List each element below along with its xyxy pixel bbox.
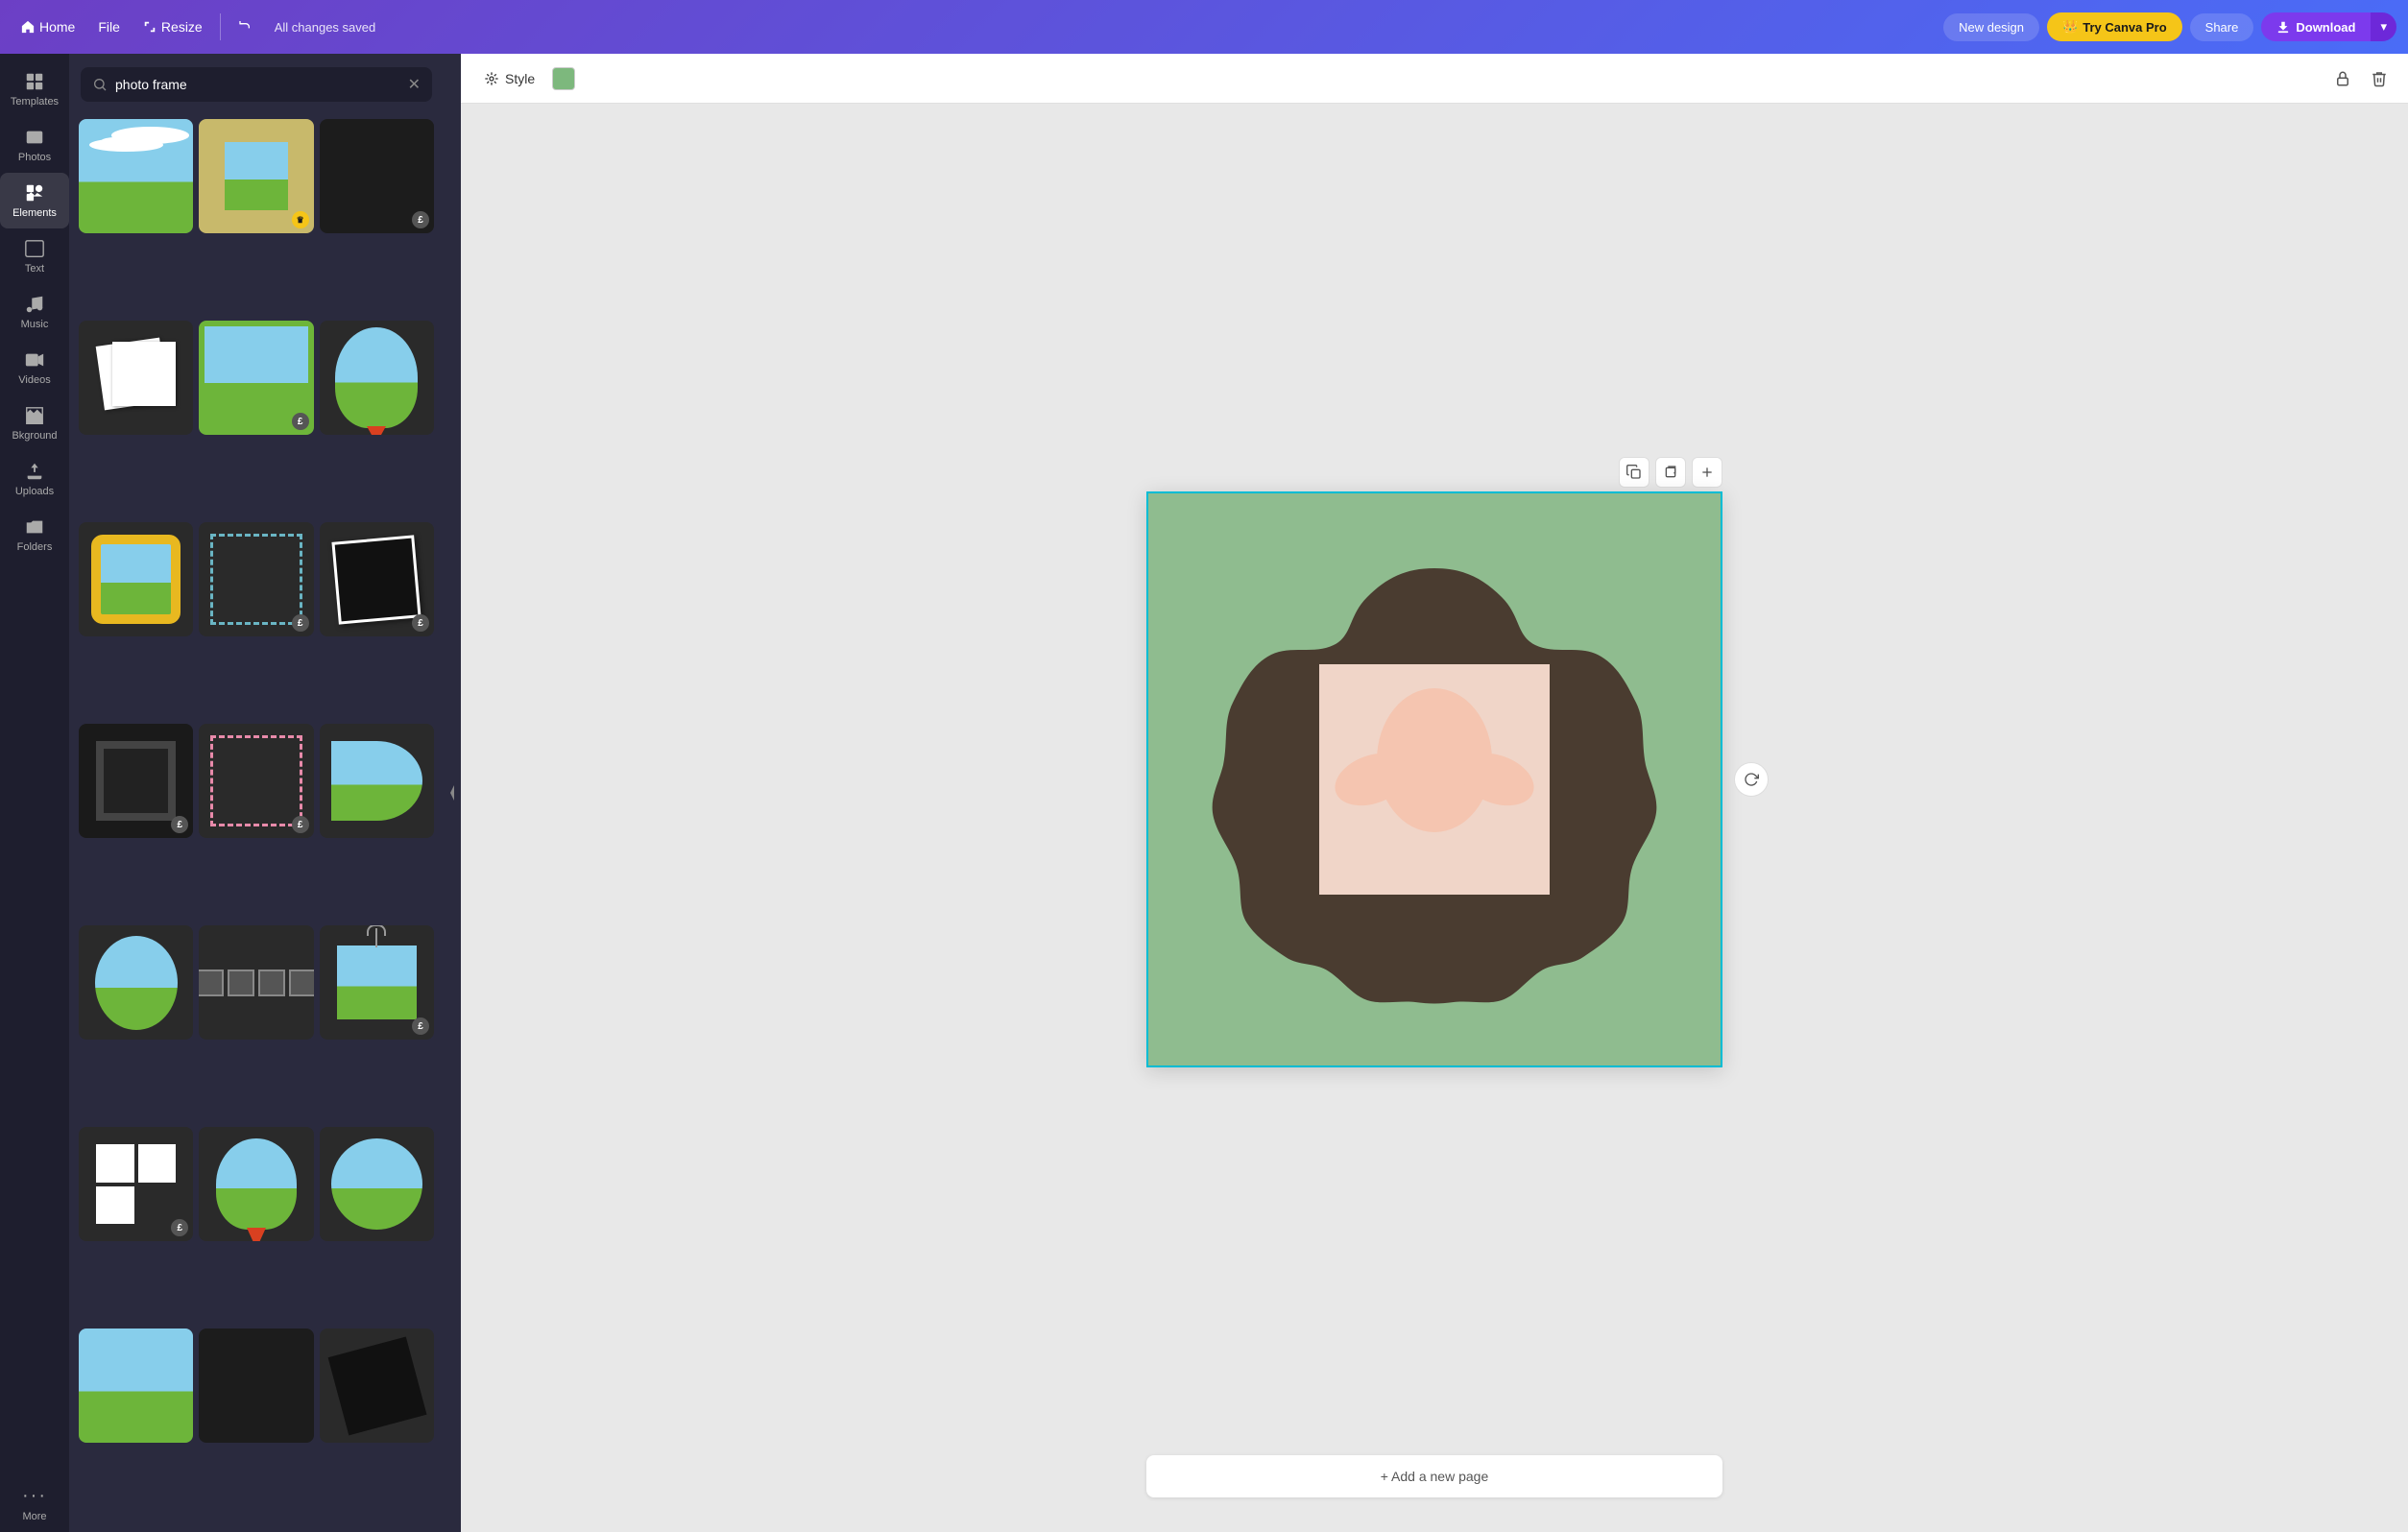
canvas-copy-button[interactable] bbox=[1619, 457, 1649, 488]
topbar-left: Home File Resize All changes saved bbox=[12, 13, 375, 40]
list-item[interactable] bbox=[79, 522, 193, 636]
list-item[interactable]: £ bbox=[320, 119, 434, 233]
duplicate-icon bbox=[1663, 465, 1678, 480]
canvas-content[interactable] bbox=[461, 104, 2408, 1455]
list-item[interactable] bbox=[320, 1329, 434, 1443]
download-button[interactable]: Download bbox=[2261, 12, 2371, 41]
search-box: ✕ bbox=[81, 67, 432, 102]
canvas-wrapper bbox=[1146, 491, 1722, 1067]
canvas-actions bbox=[1619, 457, 1722, 488]
list-item[interactable] bbox=[320, 724, 434, 838]
style-icon bbox=[484, 71, 499, 86]
topbar-divider bbox=[220, 13, 221, 40]
share-button[interactable]: Share bbox=[2190, 13, 2254, 41]
list-item[interactable]: £ bbox=[199, 724, 313, 838]
topbar: Home File Resize All changes saved New d… bbox=[0, 0, 2408, 54]
canvas-add-button[interactable] bbox=[1692, 457, 1722, 488]
search-panel: ✕ ♛ £ bbox=[69, 54, 444, 1532]
toolbar-right bbox=[2329, 65, 2393, 92]
sidebar-item-photos[interactable]: Photos bbox=[0, 117, 69, 173]
list-item[interactable] bbox=[79, 119, 193, 233]
photo-frame-svg bbox=[1185, 530, 1684, 1029]
crown-icon: 👑 bbox=[2062, 19, 2078, 35]
icon-sidebar: Templates Photos Elements Text Music Vid… bbox=[0, 54, 69, 1532]
canvas-toolbar: Style bbox=[461, 54, 2408, 104]
download-group: Download ▾ bbox=[2261, 12, 2396, 41]
sidebar-item-videos[interactable]: Videos bbox=[0, 340, 69, 395]
pound-badge: £ bbox=[292, 614, 309, 632]
lock-icon bbox=[2334, 70, 2351, 87]
sidebar-item-music[interactable]: Music bbox=[0, 284, 69, 340]
list-item[interactable]: £ bbox=[320, 522, 434, 636]
list-item[interactable] bbox=[199, 925, 313, 1040]
panel-grid: ♛ £ £ bbox=[69, 111, 444, 1532]
sidebar-item-uploads[interactable]: Uploads bbox=[0, 451, 69, 507]
pound-badge: £ bbox=[292, 816, 309, 833]
sidebar-item-elements[interactable]: Elements bbox=[0, 173, 69, 228]
pro-badge: ♛ bbox=[292, 211, 309, 228]
add-page-button[interactable]: + Add a new page bbox=[1146, 1455, 1722, 1497]
add-icon bbox=[1699, 465, 1715, 480]
list-item[interactable]: £ bbox=[199, 522, 313, 636]
list-item[interactable] bbox=[79, 321, 193, 435]
try-pro-button[interactable]: 👑 Try Canva Pro bbox=[2047, 12, 2182, 41]
file-button[interactable]: File bbox=[88, 13, 130, 40]
resize-button[interactable]: Resize bbox=[133, 13, 212, 40]
list-item[interactable]: £ bbox=[320, 925, 434, 1040]
hide-panel-button[interactable] bbox=[444, 54, 461, 1532]
canvas-duplicate-button[interactable] bbox=[1655, 457, 1686, 488]
save-status: All changes saved bbox=[275, 20, 376, 35]
list-item[interactable] bbox=[79, 925, 193, 1040]
refresh-icon bbox=[1744, 772, 1759, 787]
trash-icon bbox=[2371, 70, 2388, 87]
list-item[interactable]: ♛ bbox=[199, 119, 313, 233]
list-item[interactable]: £ bbox=[79, 724, 193, 838]
delete-button[interactable] bbox=[2366, 65, 2393, 92]
undo-button[interactable] bbox=[229, 13, 263, 40]
sidebar-item-templates[interactable]: Templates bbox=[0, 61, 69, 117]
list-item[interactable]: £ bbox=[79, 1127, 193, 1241]
sidebar-item-folders[interactable]: Folders bbox=[0, 507, 69, 563]
sidebar-item-bkground[interactable]: Bkground bbox=[0, 395, 69, 451]
topbar-right: New design 👑 Try Canva Pro Share Downloa… bbox=[1943, 12, 2396, 41]
frame-container bbox=[1148, 493, 1721, 1065]
list-item[interactable] bbox=[320, 321, 434, 435]
list-item[interactable] bbox=[199, 1329, 313, 1443]
list-item[interactable] bbox=[320, 1127, 434, 1241]
search-icon bbox=[92, 77, 108, 92]
search-clear-button[interactable]: ✕ bbox=[408, 75, 421, 94]
list-item[interactable]: £ bbox=[199, 321, 313, 435]
bottom-area: + Add a new page bbox=[461, 1455, 2408, 1532]
design-canvas[interactable] bbox=[1146, 491, 1722, 1067]
main-layout: Templates Photos Elements Text Music Vid… bbox=[0, 54, 2408, 1532]
list-item[interactable] bbox=[79, 1329, 193, 1443]
sidebar-item-more[interactable]: ··· More bbox=[0, 1475, 69, 1532]
home-button[interactable]: Home bbox=[12, 13, 84, 40]
color-swatch[interactable] bbox=[552, 67, 575, 90]
refresh-image-button[interactable] bbox=[1734, 762, 1769, 797]
download-caret-button[interactable]: ▾ bbox=[2371, 12, 2396, 41]
canvas-area: Style bbox=[461, 54, 2408, 1532]
style-button[interactable]: Style bbox=[476, 66, 542, 91]
list-item[interactable] bbox=[199, 1127, 313, 1241]
search-header: ✕ bbox=[69, 54, 444, 111]
search-input[interactable] bbox=[115, 77, 400, 92]
copy-icon bbox=[1626, 465, 1642, 480]
lock-button[interactable] bbox=[2329, 65, 2356, 92]
pound-badge: £ bbox=[292, 413, 309, 430]
sidebar-item-text[interactable]: Text bbox=[0, 228, 69, 284]
new-design-button[interactable]: New design bbox=[1943, 13, 2039, 41]
